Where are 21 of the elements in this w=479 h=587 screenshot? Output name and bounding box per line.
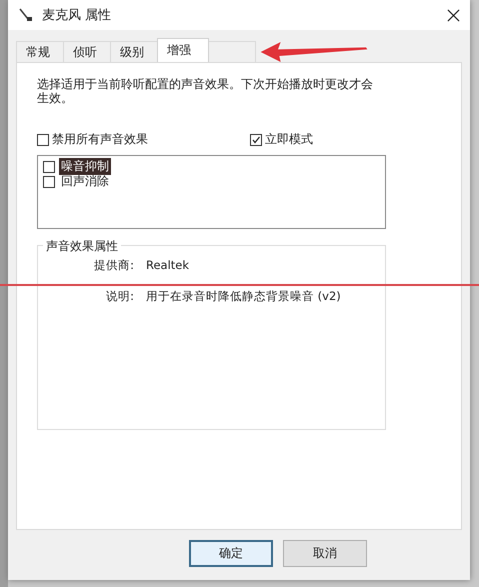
checkbox-label[interactable]: 立即模式 bbox=[265, 131, 313, 148]
tab[interactable]: 常规 bbox=[16, 41, 64, 62]
checkbox[interactable] bbox=[250, 134, 262, 146]
property-value: 用于在录音时降低静态背景噪音 (v2) bbox=[146, 289, 341, 304]
description-text: 选择适用于当前聆听配置的声音效果。下次开始播放时更改才会生效。 bbox=[37, 77, 374, 105]
dialog-button[interactable]: 确定 bbox=[189, 540, 273, 567]
checkbox[interactable] bbox=[37, 134, 49, 146]
tab[interactable]: 增强 bbox=[157, 38, 209, 62]
property-label: 说明: bbox=[105, 289, 134, 304]
checkbox-label[interactable]: 禁用所有声音效果 bbox=[52, 131, 148, 148]
effect-label: 回声消除 bbox=[60, 173, 110, 190]
effect-checkbox[interactable]: 回声消除 bbox=[43, 174, 380, 189]
property-value: Realtek bbox=[146, 258, 190, 273]
effect-checkbox[interactable]: 噪音抑制 bbox=[43, 159, 380, 174]
microphone-icon bbox=[18, 7, 34, 23]
property-label: 提供商: bbox=[93, 258, 134, 273]
group-title: 声音效果属性 bbox=[43, 238, 121, 255]
dialog-button[interactable]: 取消 bbox=[283, 540, 367, 567]
close-icon[interactable] bbox=[447, 8, 460, 22]
effect-label: 噪音抑制 bbox=[59, 158, 111, 175]
window-title: 麦克风 属性 bbox=[42, 7, 112, 24]
